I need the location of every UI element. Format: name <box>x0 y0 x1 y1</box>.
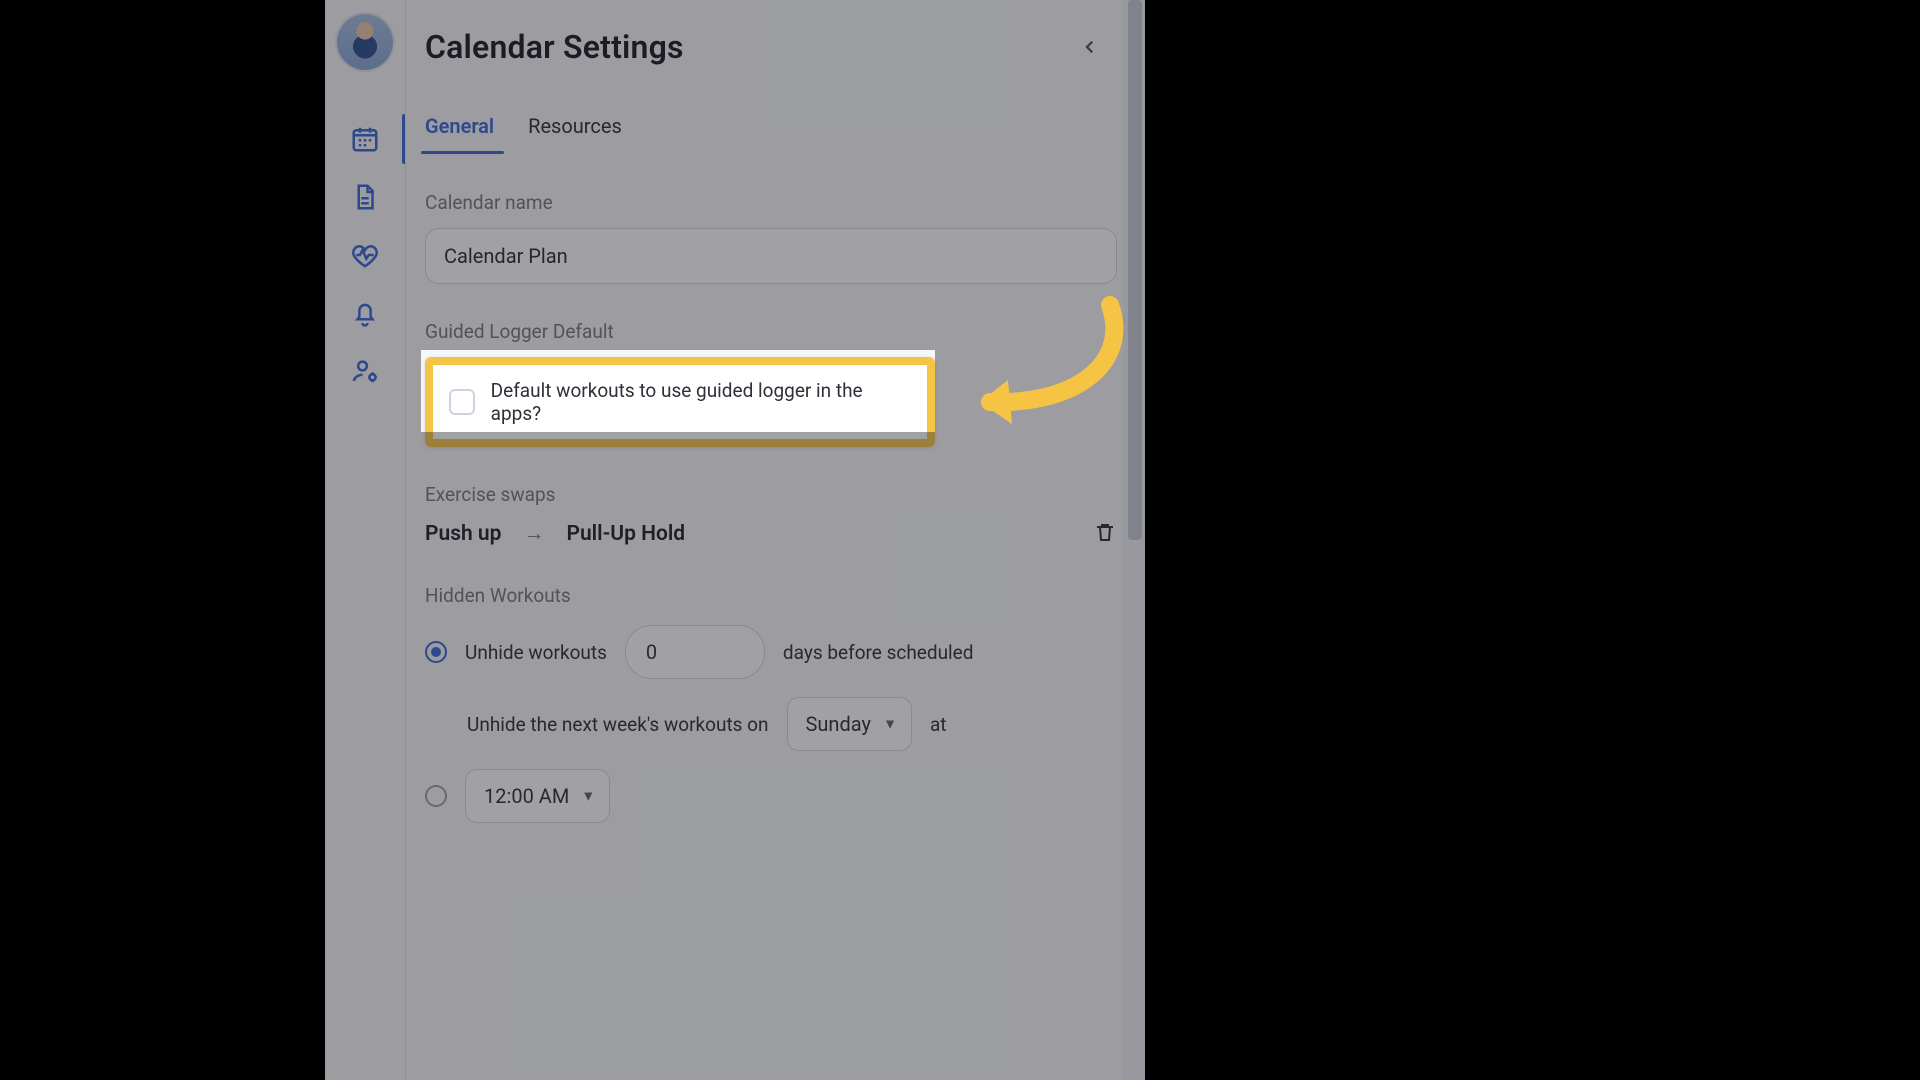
delete-swap-button[interactable] <box>1093 520 1117 548</box>
sidebar <box>325 0 405 1080</box>
guided-logger-option[interactable]: Default workouts to use guided logger in… <box>425 357 935 447</box>
swap-from: Push up <box>425 522 501 546</box>
unhide-time-select[interactable]: 12:00 AM ▼ <box>465 769 610 823</box>
bell-icon <box>350 298 380 328</box>
hidden-workouts-block: Unhide workouts days before scheduled Un… <box>425 625 1117 823</box>
main-content: Calendar Settings General Resources Cale… <box>425 0 1117 1080</box>
nav-document[interactable] <box>325 168 405 226</box>
swap-to: Pull-Up Hold <box>566 522 685 546</box>
sidebar-divider <box>405 0 406 1080</box>
hidden-opt2-middle: at <box>930 713 947 736</box>
hidden-option-week-radio[interactable] <box>425 785 447 807</box>
document-icon <box>350 182 380 212</box>
unhide-day-select[interactable]: Sunday ▼ <box>787 697 912 751</box>
guided-logger-label: Default workouts to use guided logger in… <box>491 379 911 425</box>
heart-rate-icon <box>350 240 380 270</box>
arrow-right-icon: → <box>523 522 544 546</box>
nav-user-settings[interactable] <box>325 342 405 400</box>
user-gear-icon <box>350 356 380 386</box>
calendar-icon <box>350 124 380 154</box>
unhide-time-value: 12:00 AM <box>484 784 569 808</box>
tab-general[interactable]: General <box>425 104 494 154</box>
hidden-opt2-prefix: Unhide the next week's workouts on <box>467 713 769 736</box>
chevron-left-icon <box>1081 38 1099 56</box>
nav-notifications[interactable] <box>325 284 405 342</box>
label-hidden-workouts: Hidden Workouts <box>425 584 1117 607</box>
trash-icon <box>1093 520 1117 544</box>
calendar-name-input[interactable] <box>425 228 1117 284</box>
guided-logger-checkbox[interactable] <box>449 389 475 415</box>
nav-calendar[interactable] <box>325 110 405 168</box>
unhide-days-input[interactable] <box>625 625 765 679</box>
hidden-opt1-suffix: days before scheduled <box>783 641 974 664</box>
label-exercise-swaps: Exercise swaps <box>425 483 1117 506</box>
back-button[interactable] <box>1071 28 1109 66</box>
hidden-opt1-prefix: Unhide workouts <box>465 641 607 664</box>
tab-resources[interactable]: Resources <box>528 104 622 154</box>
swap-row: Push up → Pull-Up Hold <box>425 520 1117 548</box>
label-guided-default: Guided Logger Default <box>425 320 1117 343</box>
scrollbar-track: ▲ <box>1123 0 1145 1080</box>
caret-down-icon: ▼ <box>883 716 897 733</box>
settings-panel: ▲ Calendar Settings <box>325 0 1145 1080</box>
avatar[interactable] <box>337 14 393 70</box>
nav-health[interactable] <box>325 226 405 284</box>
scrollbar-thumb[interactable] <box>1128 0 1142 540</box>
unhide-day-value: Sunday <box>806 712 871 736</box>
caret-down-icon: ▼ <box>581 788 595 805</box>
tabs: General Resources <box>425 76 1117 155</box>
hidden-option-days-radio[interactable] <box>425 641 447 663</box>
page-title: Calendar Settings <box>425 28 684 66</box>
label-calendar-name: Calendar name <box>425 191 1117 214</box>
